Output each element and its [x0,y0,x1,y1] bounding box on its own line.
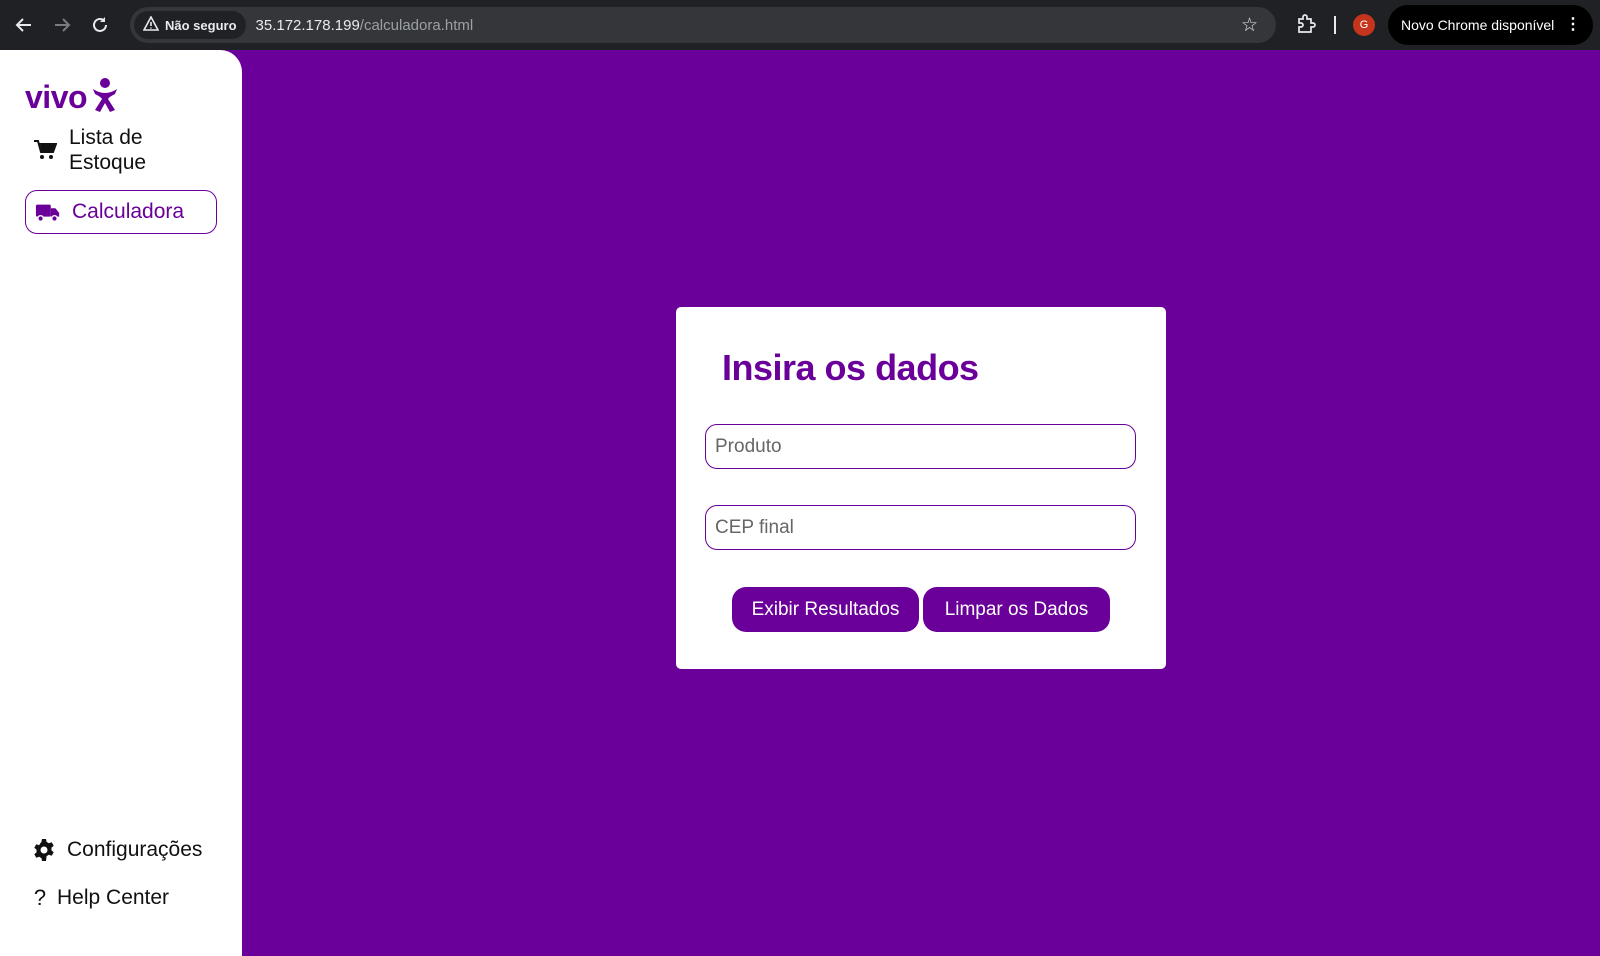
extensions-icon[interactable] [1295,13,1317,40]
url-host: 35.172.178.199 [255,16,360,34]
question-icon: ? [33,885,47,910]
cart-icon [32,137,58,163]
sidebar-item-label: Calculadora [72,200,185,223]
chrome-update-button[interactable]: Novo Chrome disponível ⋮ [1388,5,1593,45]
show-results-button[interactable]: Exibir Resultados [732,587,919,632]
forward-icon[interactable] [50,13,74,37]
logo-figure-icon [91,77,119,118]
sidebar-item-label: Configurações [67,838,203,861]
bookmark-star-icon[interactable]: ☆ [1241,14,1258,37]
browser-toolbar: Não seguro 35.172.178.199/calculadora.ht… [0,0,1600,50]
clear-data-button[interactable]: Limpar os Dados [923,587,1110,632]
sidebar-item-stock[interactable]: Lista de Estoque [32,125,179,175]
profile-avatar[interactable]: G [1353,14,1375,36]
url-text: 35.172.178.199/calculadora.html [256,17,474,34]
security-label: Não seguro [165,17,237,33]
security-chip[interactable]: Não seguro [134,11,246,39]
back-icon[interactable] [12,13,36,37]
toolbar-divider [1334,16,1336,34]
update-label: Novo Chrome disponível [1401,17,1555,33]
more-menu-icon[interactable]: ⋮ [1565,14,1581,34]
truck-icon [35,199,61,225]
gear-icon [31,837,57,863]
sidebar-item-label: Lista de Estoque [69,126,147,174]
cep-input[interactable] [705,505,1136,550]
sidebar: vivo Lista de Estoque Calculadora Config… [0,50,242,956]
product-input[interactable] [705,424,1136,469]
form-title: Insira os dados [722,347,979,388]
address-bar[interactable]: Não seguro 35.172.178.199/calculadora.ht… [130,7,1276,43]
warning-icon [142,15,160,34]
vivo-logo[interactable]: vivo [25,77,119,118]
form-card: Insira os dados Exibir Resultados Limpar… [676,307,1166,669]
sidebar-item-label: Help Center [57,886,170,909]
url-path: /calculadora.html [359,16,474,34]
sidebar-item-settings[interactable]: Configurações [31,837,202,863]
reload-icon[interactable] [88,13,112,37]
sidebar-item-calculator[interactable]: Calculadora [25,190,217,234]
logo-text: vivo [25,79,88,115]
sidebar-item-help[interactable]: ? Help Center [31,885,169,911]
